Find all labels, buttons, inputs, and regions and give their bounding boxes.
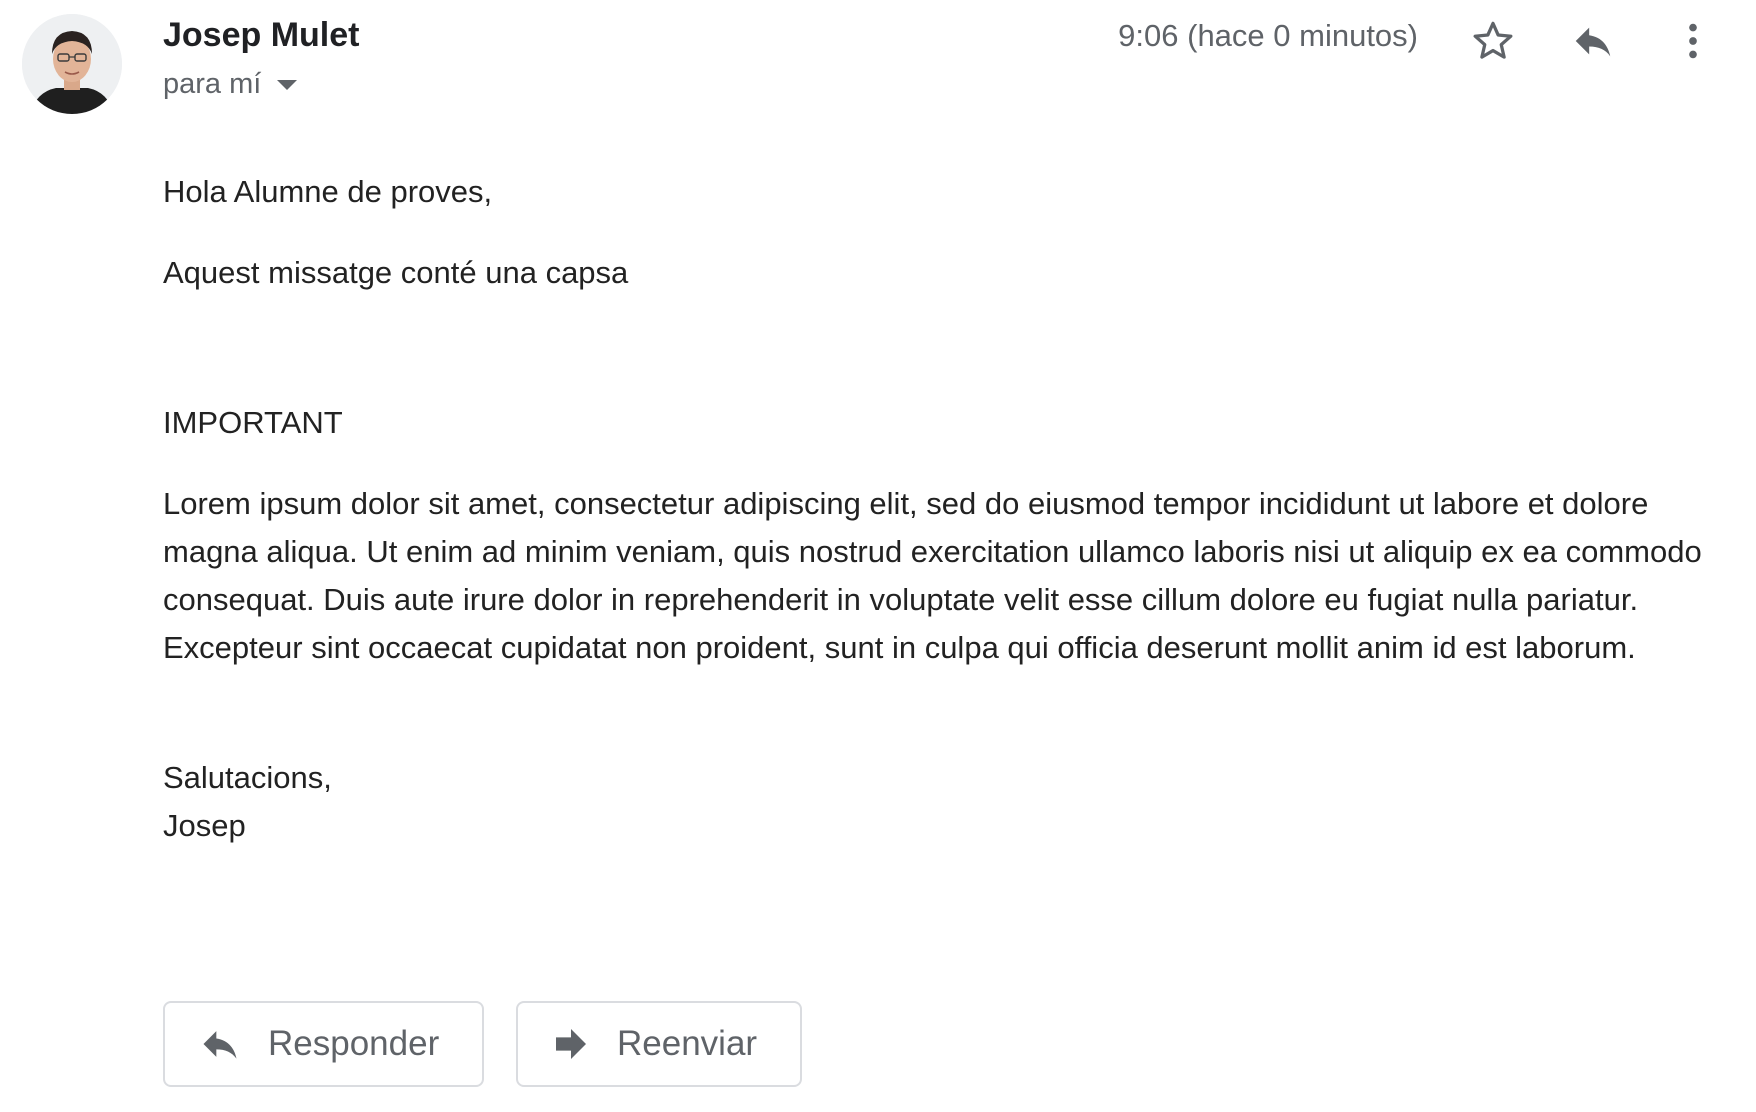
important-heading: IMPORTANT — [163, 405, 343, 440]
reply-header-button[interactable] — [1566, 14, 1620, 68]
message-timestamp: 9:06 (hace 0 minutos) — [1118, 18, 1418, 53]
closing-text: Salutacions, — [163, 760, 332, 795]
reply-button[interactable]: Responder — [163, 1001, 484, 1087]
signature-text: Josep — [163, 808, 246, 843]
star-icon — [1473, 21, 1513, 59]
lorem-paragraph: Lorem ipsum dolor sit amet, consectetur … — [163, 486, 1702, 665]
forward-button-label: Reenviar — [617, 1024, 758, 1063]
forward-button[interactable]: Reenviar — [516, 1001, 802, 1087]
greeting-text: Hola Alumne de proves, — [163, 174, 493, 209]
recipient-label: para mí — [163, 68, 262, 100]
intro-text: Aquest missatge conté una capsa — [163, 255, 629, 290]
caret-down-icon[interactable] — [277, 79, 298, 90]
more-options-button[interactable] — [1666, 14, 1720, 68]
reply-button-label: Responder — [268, 1024, 440, 1063]
star-button[interactable] — [1466, 14, 1520, 68]
reply-icon — [1575, 27, 1611, 57]
sender-avatar[interactable] — [22, 14, 122, 114]
more-vert-icon — [1689, 23, 1697, 59]
reply-icon — [198, 1022, 242, 1066]
avatar-image — [22, 14, 122, 114]
recipient-details[interactable]: para mí — [163, 68, 298, 101]
sender-name[interactable]: Josep Mulet — [163, 16, 359, 55]
forward-icon — [551, 1024, 591, 1064]
message-body: Hola Alumne de proves, Aquest missatge c… — [163, 168, 1723, 850]
